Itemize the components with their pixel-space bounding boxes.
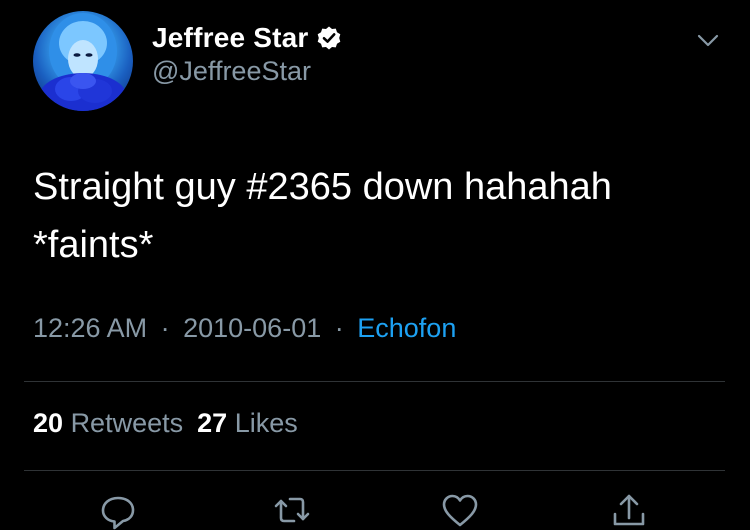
reply-icon[interactable] bbox=[98, 490, 138, 530]
retweet-icon[interactable] bbox=[272, 490, 312, 530]
likes-count: 27 bbox=[197, 408, 228, 438]
tweet-text: Straight guy #2365 down hahahah *faints* bbox=[33, 158, 723, 274]
likes-label: Likes bbox=[234, 408, 298, 438]
tweet-time: 12:26 AM bbox=[33, 313, 148, 343]
heart-icon[interactable] bbox=[440, 490, 480, 530]
share-icon[interactable] bbox=[609, 490, 649, 530]
display-name[interactable]: Jeffree Star bbox=[152, 22, 308, 54]
meta-separator: · bbox=[160, 313, 170, 343]
tweet-meta: 12:26 AM · 2010-06-01 · Echofon bbox=[33, 313, 456, 344]
retweets-stat[interactable]: 20 Retweets bbox=[33, 408, 183, 438]
avatar[interactable] bbox=[33, 11, 133, 111]
tweet-text-line: Straight guy #2365 down hahahah bbox=[33, 166, 612, 208]
tweet-detail: Jeffree Star @JeffreeStar Straight guy #… bbox=[0, 0, 750, 530]
tweet-source-link[interactable]: Echofon bbox=[357, 313, 456, 343]
divider bbox=[24, 381, 725, 382]
verified-badge-icon bbox=[318, 26, 341, 50]
avatar-image bbox=[39, 13, 127, 111]
divider bbox=[24, 470, 725, 471]
tweet-text-line: *faints* bbox=[33, 224, 154, 266]
user-name-row[interactable]: Jeffree Star bbox=[152, 20, 342, 56]
retweets-label: Retweets bbox=[70, 408, 184, 438]
user-handle[interactable]: @JeffreeStar bbox=[152, 56, 311, 87]
tweet-stats: 20 Retweets 27 Likes bbox=[33, 408, 298, 439]
retweets-count: 20 bbox=[33, 408, 64, 438]
tweet-date: 2010-06-01 bbox=[183, 313, 322, 343]
meta-separator: · bbox=[334, 313, 344, 343]
likes-stat[interactable]: 27 Likes bbox=[197, 408, 298, 438]
chevron-down-icon[interactable] bbox=[694, 26, 722, 54]
